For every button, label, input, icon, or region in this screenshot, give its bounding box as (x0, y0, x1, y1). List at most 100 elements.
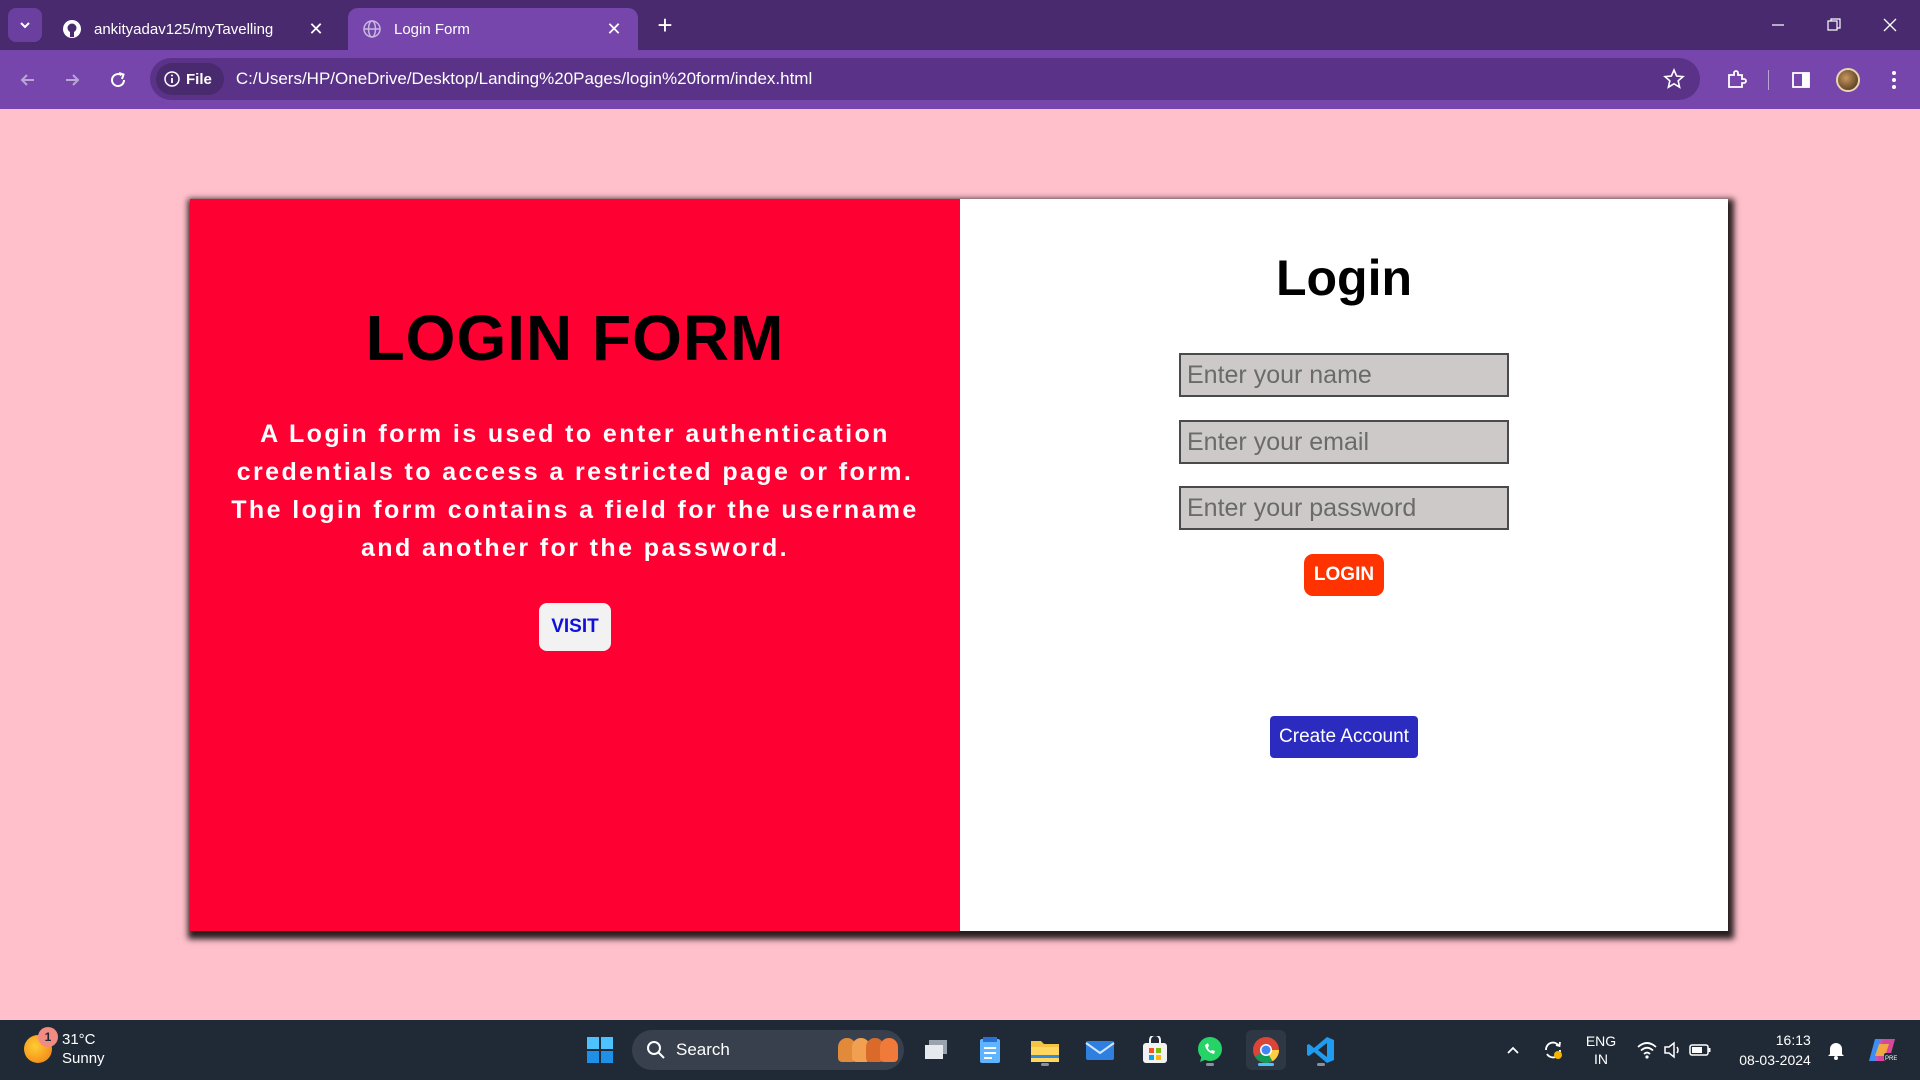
tab-title: Login Form (394, 20, 470, 38)
running-indicator (1041, 1063, 1049, 1066)
name-input[interactable] (1179, 353, 1509, 397)
copilot-icon: PRE (1869, 1039, 1897, 1062)
quick-settings-button[interactable] (1634, 1020, 1714, 1080)
chevron-down-icon (20, 22, 30, 29)
minimize-button[interactable] (1750, 0, 1806, 50)
back-button[interactable] (10, 62, 46, 98)
password-input[interactable] (1179, 486, 1509, 530)
notepad-icon (980, 1037, 1000, 1063)
file-explorer-app[interactable] (1025, 1030, 1065, 1070)
folder-icon (1031, 1041, 1059, 1062)
mail-icon (1085, 1041, 1115, 1060)
arrow-left-icon (20, 74, 34, 86)
running-indicator (1206, 1063, 1214, 1066)
region-code: IN (1594, 1051, 1608, 1067)
tab-title: ankityadav125/myTavelling (94, 20, 274, 38)
profile-button[interactable] (1830, 62, 1866, 98)
chrome-icon (1253, 1037, 1280, 1063)
sync-tray-button[interactable] (1538, 1020, 1568, 1080)
star-icon (1663, 68, 1685, 89)
taskbar: 1 31°C Sunny Search ENG IN 16:13 08-03-2… (0, 1020, 1920, 1080)
weather-condition: Sunny (62, 1050, 105, 1067)
forward-button[interactable] (54, 62, 90, 98)
address-bar[interactable]: File C:/Users/HP/OneDrive/Desktop/Landin… (150, 58, 1700, 100)
microsoft-store-app[interactable] (1135, 1030, 1175, 1070)
whatsapp-icon (1198, 1037, 1222, 1062)
svg-text:PRE: PRE (1885, 1056, 1897, 1062)
login-button[interactable]: LOGIN (1304, 554, 1384, 596)
taskbar-search[interactable]: Search (632, 1030, 904, 1070)
browser-toolbar: File C:/Users/HP/OneDrive/Desktop/Landin… (0, 50, 1920, 109)
close-icon[interactable]: ✕ (306, 19, 326, 39)
whatsapp-app[interactable] (1190, 1030, 1230, 1070)
tab-github[interactable]: ankityadav125/myTavelling ✕ (48, 8, 340, 50)
reload-icon (111, 72, 126, 88)
clock-date: 08-03-2024 (1739, 1052, 1811, 1068)
search-icon (647, 1041, 665, 1059)
globe-icon (362, 19, 382, 39)
create-account-button[interactable]: Create Account (1270, 716, 1418, 758)
show-hidden-icons-button[interactable] (1500, 1020, 1526, 1080)
url-text[interactable]: C:/Users/HP/OneDrive/Desktop/Landing%20P… (236, 69, 1654, 89)
clock-time: 16:13 (1775, 1032, 1811, 1048)
new-tab-button[interactable]: + (650, 10, 680, 40)
login-card: LOGIN FORM A Login form is used to enter… (190, 199, 1728, 931)
more-vert-icon (1892, 71, 1896, 89)
battery-icon (1689, 1044, 1711, 1056)
chrome-app[interactable] (1246, 1030, 1286, 1070)
volume-icon (1664, 1041, 1679, 1059)
info-panel: LOGIN FORM A Login form is used to enter… (190, 199, 960, 931)
windows-icon (587, 1037, 613, 1063)
notifications-button[interactable] (1824, 1020, 1848, 1080)
visit-button[interactable]: VISIT (539, 603, 611, 651)
close-window-button[interactable] (1862, 0, 1918, 50)
running-indicator (1317, 1063, 1325, 1066)
chrome-menu-button[interactable] (1876, 62, 1912, 98)
language-code: ENG (1585, 1033, 1617, 1049)
copilot-button[interactable]: PRE (1862, 1020, 1902, 1080)
start-button[interactable] (580, 1030, 620, 1070)
info-heading: LOGIN FORM (365, 302, 785, 374)
bookmark-star-button[interactable] (1654, 59, 1694, 99)
side-panel-icon (1792, 72, 1810, 88)
sync-icon (1545, 1041, 1562, 1059)
restore-button[interactable] (1806, 0, 1862, 50)
language-indicator[interactable]: ENG IN (1578, 1020, 1624, 1080)
chevron-up-icon (1507, 1046, 1519, 1054)
tab-login-form[interactable]: Login Form ✕ (348, 8, 638, 50)
arrow-right-icon (66, 74, 80, 86)
restore-icon (1827, 18, 1841, 31)
search-label: Search (676, 1040, 730, 1059)
vscode-icon (1307, 1037, 1334, 1063)
browser-tab-strip: ankityadav125/myTavelling ✕ Login Form ✕… (0, 0, 1920, 50)
toolbar-divider (1768, 70, 1769, 90)
active-indicator (1258, 1063, 1274, 1066)
info-description: A Login form is used to enter authentica… (231, 420, 919, 562)
file-chip-label: File (186, 70, 212, 88)
email-input[interactable] (1179, 420, 1509, 464)
sun-icon: 1 (24, 1027, 58, 1063)
tab-search-button[interactable] (8, 8, 42, 42)
mail-app[interactable] (1080, 1030, 1120, 1070)
github-icon (62, 19, 82, 39)
weather-widget[interactable]: 1 31°C Sunny (24, 1027, 105, 1068)
notification-badge: 1 (38, 1027, 58, 1047)
login-panel: Login LOGIN Create Account (960, 199, 1728, 931)
close-icon[interactable]: ✕ (604, 19, 624, 39)
bell-icon (1828, 1043, 1844, 1060)
weather-temp: 31°C (62, 1031, 96, 1048)
minimize-icon (1772, 24, 1784, 26)
side-panel-button[interactable] (1783, 62, 1819, 98)
vscode-app[interactable] (1301, 1030, 1341, 1070)
site-info-chip[interactable]: File (156, 63, 224, 95)
task-view-button[interactable] (916, 1030, 956, 1070)
wifi-icon (1637, 1042, 1657, 1059)
close-icon (1883, 18, 1897, 32)
notepad-app[interactable] (970, 1030, 1010, 1070)
reload-button[interactable] (100, 62, 136, 98)
clock[interactable]: 16:13 08-03-2024 (1730, 1020, 1820, 1080)
avatar (1836, 68, 1860, 92)
info-icon (164, 71, 180, 87)
extensions-button[interactable] (1718, 62, 1754, 98)
task-view-icon (925, 1040, 947, 1059)
